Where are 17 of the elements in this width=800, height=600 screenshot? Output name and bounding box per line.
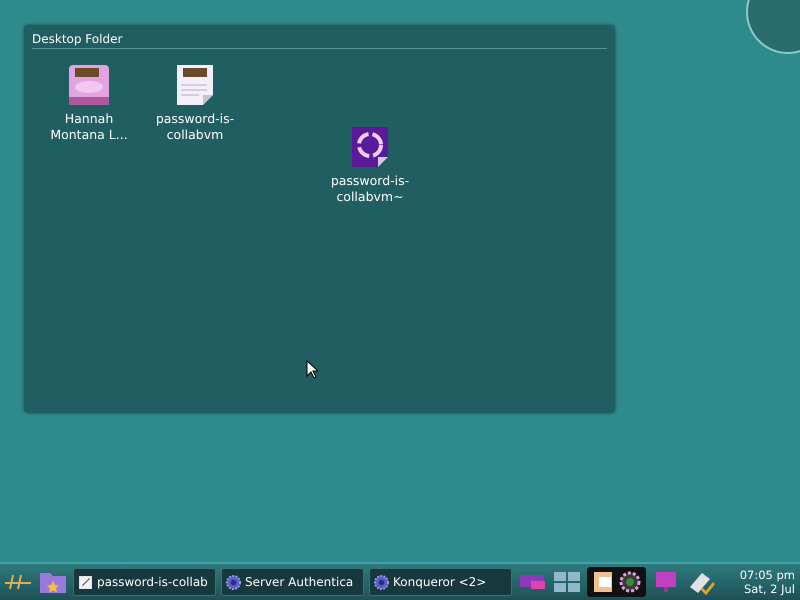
desktop-icon-label[interactable]: Hannah Montana L... [44, 111, 134, 143]
desktop-icon-label[interactable]: password-is-collabvm [150, 111, 240, 143]
taskbar-task[interactable]: Server Authentica [221, 568, 364, 596]
gear-globe-icon [374, 574, 389, 590]
clipboard-icon[interactable] [591, 569, 615, 595]
taskbar-task[interactable]: password-is-collab [73, 568, 216, 596]
clock-date: Sat, 2 Jul [744, 582, 795, 596]
panel-title: Desktop Folder [32, 32, 607, 49]
pager-icon[interactable] [552, 569, 582, 595]
taskbar-task[interactable]: Konqueror <2> [369, 568, 512, 596]
mouse-cursor-icon [306, 360, 318, 380]
drive-icon [67, 63, 111, 107]
clock-time: 07:05 pm [740, 568, 795, 582]
desktop-icon-label[interactable]: password-is-collabvm~ [325, 173, 415, 205]
document-icon [78, 574, 93, 590]
gear-icon[interactable] [618, 569, 642, 595]
gear-globe-icon [226, 574, 241, 590]
